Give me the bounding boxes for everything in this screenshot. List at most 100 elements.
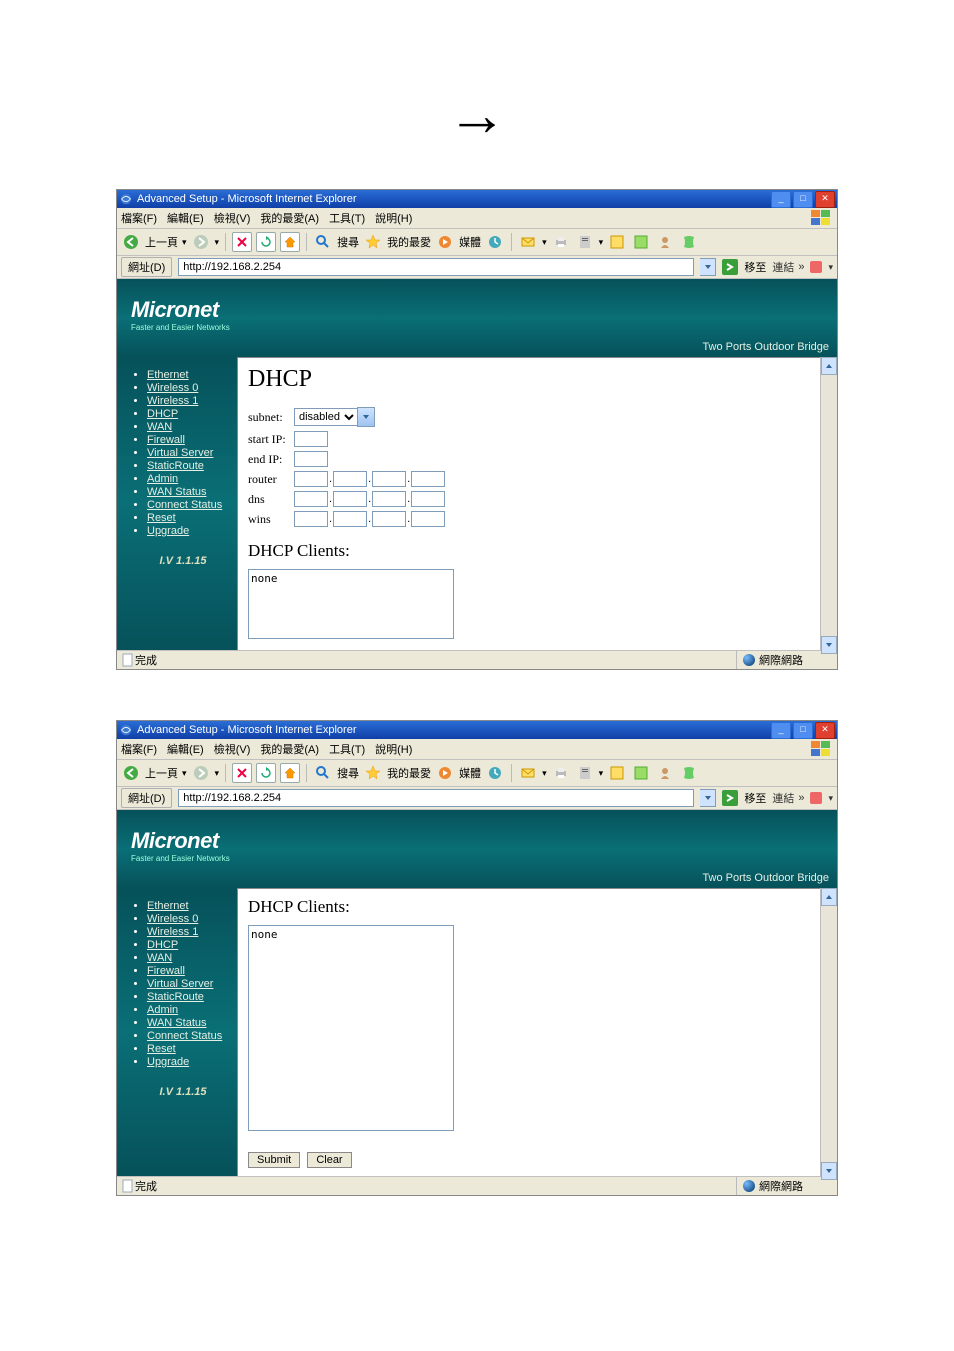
menu-file[interactable]: 檔案(F) [121, 741, 157, 757]
print-button[interactable] [551, 763, 571, 783]
menu-edit[interactable]: 編輯(E) [167, 210, 204, 226]
extra-icon-3[interactable] [655, 763, 675, 783]
nav-dhcp[interactable]: DHCP [147, 408, 178, 420]
menu-file[interactable]: 檔案(F) [121, 210, 157, 226]
edit-button[interactable] [575, 232, 595, 252]
nav-firewall[interactable]: Firewall [147, 434, 185, 446]
trail-app-icon[interactable] [808, 259, 824, 275]
clear-button[interactable]: Clear [307, 1152, 351, 1168]
nav-ethernet[interactable]: Ethernet [147, 369, 189, 381]
nav-wireless-1[interactable]: Wireless 1 [147, 395, 198, 407]
back-dropdown-icon[interactable]: ▾ [182, 768, 187, 779]
nav-admin[interactable]: Admin [147, 1004, 178, 1016]
media-button[interactable] [435, 763, 455, 783]
extra-icon-1[interactable] [607, 763, 627, 783]
maximize-button[interactable]: □ [793, 722, 813, 739]
nav-upgrade[interactable]: Upgrade [147, 525, 189, 537]
scroll-down-icon[interactable] [821, 636, 837, 654]
edit-dropdown-icon[interactable]: ▾ [599, 768, 604, 779]
nav-wireless-0[interactable]: Wireless 0 [147, 913, 198, 925]
menu-help[interactable]: 說明(H) [375, 741, 412, 757]
dns-oct-4[interactable] [411, 491, 445, 507]
clients-textarea[interactable] [248, 569, 454, 639]
nav-wan[interactable]: WAN [147, 952, 172, 964]
mail-button[interactable] [518, 763, 538, 783]
close-button[interactable]: ✕ [815, 191, 835, 208]
extra-icon-2[interactable] [631, 763, 651, 783]
trail-dropdown-icon[interactable]: ▾ [828, 793, 833, 804]
address-input[interactable]: http://192.168.2.254 [178, 789, 694, 807]
nav-wan-status[interactable]: WAN Status [147, 1017, 207, 1029]
address-input[interactable]: http://192.168.2.254 [178, 258, 694, 276]
nav-reset[interactable]: Reset [147, 1043, 176, 1055]
go-button[interactable] [722, 259, 738, 275]
endip-input[interactable] [294, 451, 328, 467]
scroll-up-icon[interactable] [821, 888, 837, 906]
scroll-up-icon[interactable] [821, 357, 837, 375]
menu-favorites[interactable]: 我的最愛(A) [260, 210, 319, 226]
refresh-button[interactable] [256, 763, 276, 783]
nav-dhcp[interactable]: DHCP [147, 939, 178, 951]
print-button[interactable] [551, 232, 571, 252]
extra-icon-4[interactable] [679, 232, 699, 252]
forward-button[interactable] [191, 232, 211, 252]
back-dropdown-icon[interactable]: ▾ [182, 237, 187, 248]
menu-view[interactable]: 檢視(V) [214, 210, 251, 226]
router-oct-4[interactable] [411, 471, 445, 487]
content-scrollbar[interactable] [820, 888, 837, 1176]
forward-dropdown-icon[interactable]: ▾ [215, 768, 220, 779]
nav-virtual-server[interactable]: Virtual Server [147, 978, 213, 990]
nav-wan-status[interactable]: WAN Status [147, 486, 207, 498]
menu-help[interactable]: 說明(H) [375, 210, 412, 226]
nav-connect-status[interactable]: Connect Status [147, 1030, 222, 1042]
links-label[interactable]: 連結 [772, 790, 794, 806]
extra-icon-2[interactable] [631, 232, 651, 252]
nav-static-route[interactable]: StaticRoute [147, 460, 204, 472]
scroll-down-icon[interactable] [821, 1162, 837, 1180]
links-chevron-icon[interactable]: » [798, 792, 804, 804]
refresh-button[interactable] [256, 232, 276, 252]
mail-dropdown-icon[interactable]: ▾ [542, 768, 547, 779]
minimize-button[interactable]: _ [771, 191, 791, 208]
menu-favorites[interactable]: 我的最愛(A) [260, 741, 319, 757]
address-dropdown-icon[interactable] [700, 789, 716, 807]
subnet-dropdown-icon[interactable] [357, 407, 375, 427]
dns-oct-2[interactable] [333, 491, 367, 507]
back-button[interactable] [121, 232, 141, 252]
home-button[interactable] [280, 232, 300, 252]
minimize-button[interactable]: _ [771, 722, 791, 739]
favorites-button[interactable] [363, 232, 383, 252]
search-button[interactable] [313, 763, 333, 783]
favorites-button[interactable] [363, 763, 383, 783]
links-chevron-icon[interactable]: » [798, 261, 804, 273]
router-oct-1[interactable] [294, 471, 328, 487]
router-oct-2[interactable] [333, 471, 367, 487]
nav-virtual-server[interactable]: Virtual Server [147, 447, 213, 459]
maximize-button[interactable]: □ [793, 191, 813, 208]
nav-reset[interactable]: Reset [147, 512, 176, 524]
menu-edit[interactable]: 編輯(E) [167, 741, 204, 757]
links-label[interactable]: 連結 [772, 259, 794, 275]
startip-input[interactable] [294, 431, 328, 447]
nav-wan[interactable]: WAN [147, 421, 172, 433]
submit-button[interactable]: Submit [248, 1152, 300, 1168]
subnet-select[interactable]: disabled [294, 408, 358, 426]
edit-button[interactable] [575, 763, 595, 783]
stop-button[interactable] [232, 763, 252, 783]
forward-button[interactable] [191, 763, 211, 783]
menu-view[interactable]: 檢視(V) [214, 741, 251, 757]
dns-oct-1[interactable] [294, 491, 328, 507]
nav-static-route[interactable]: StaticRoute [147, 991, 204, 1003]
edit-dropdown-icon[interactable]: ▾ [599, 237, 604, 248]
media-button[interactable] [435, 232, 455, 252]
wins-oct-3[interactable] [372, 511, 406, 527]
clients-textarea[interactable] [248, 925, 454, 1131]
wins-oct-1[interactable] [294, 511, 328, 527]
nav-wireless-1[interactable]: Wireless 1 [147, 926, 198, 938]
router-oct-3[interactable] [372, 471, 406, 487]
mail-button[interactable] [518, 232, 538, 252]
history-button[interactable] [485, 232, 505, 252]
nav-admin[interactable]: Admin [147, 473, 178, 485]
extra-icon-1[interactable] [607, 232, 627, 252]
extra-icon-3[interactable] [655, 232, 675, 252]
